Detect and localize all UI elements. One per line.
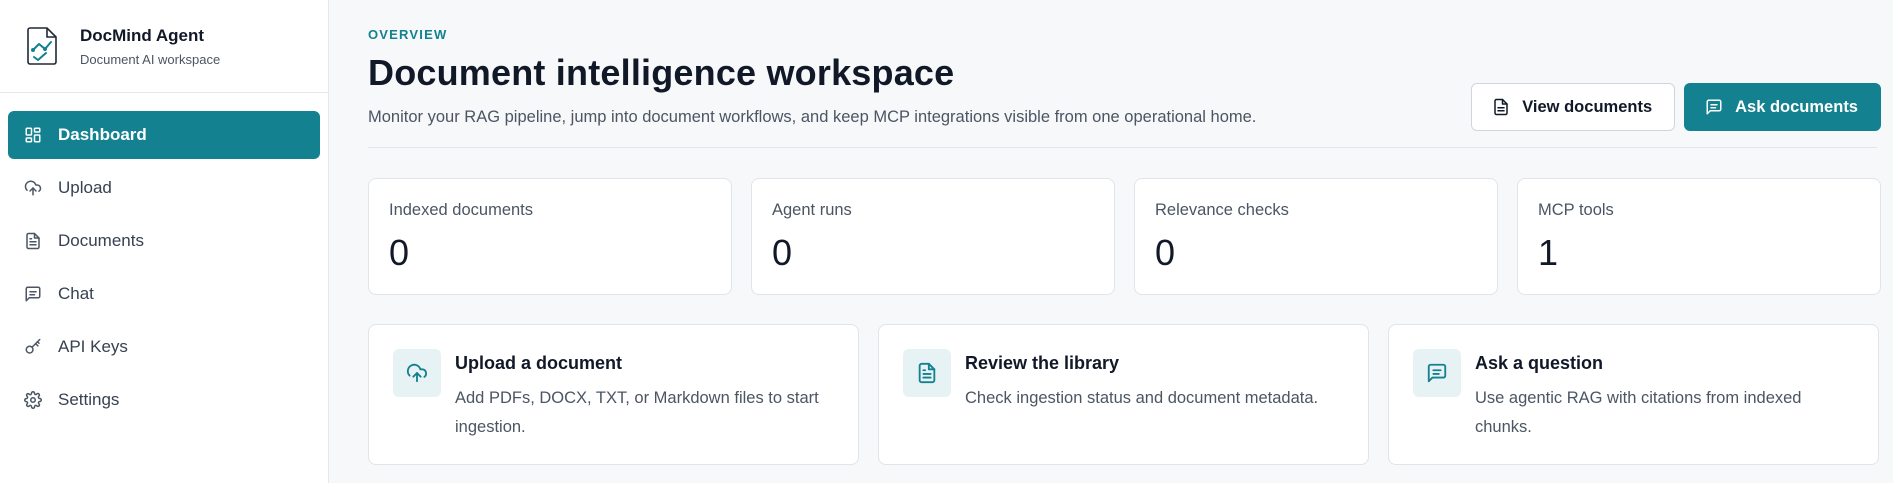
document-chart-icon	[27, 27, 57, 65]
ask-documents-label: Ask documents	[1735, 97, 1858, 116]
sidebar-item-documents[interactable]: Documents	[8, 217, 320, 265]
stats-row: Indexed documents 0 Agent runs 0 Relevan…	[368, 178, 1881, 295]
page-eyebrow: OVERVIEW	[368, 27, 448, 42]
sidebar-item-label: API Keys	[58, 337, 128, 356]
dashboard-icon	[24, 126, 42, 144]
stat-label: Relevance checks	[1155, 201, 1289, 219]
action-description: Use agentic RAG with citations from inde…	[1475, 389, 1802, 436]
stat-label: MCP tools	[1538, 201, 1614, 219]
sidebar-item-label: Upload	[58, 178, 112, 197]
action-title: Review the library	[965, 353, 1120, 373]
stat-value: 0	[772, 232, 793, 273]
header-actions: View documents Ask documents	[1471, 83, 1881, 131]
document-icon	[24, 232, 42, 250]
action-title: Upload a document	[455, 353, 623, 373]
document-icon	[1494, 98, 1508, 116]
sidebar-item-upload[interactable]: Upload	[8, 164, 320, 212]
brand: DocMind Agent Document AI workspace	[0, 0, 328, 93]
sidebar-item-label: Dashboard	[58, 125, 147, 144]
stat-card-relevance-checks: Relevance checks 0	[1134, 178, 1498, 295]
quick-actions: Upload a document Add PDFs, DOCX, TXT, o…	[368, 324, 1881, 465]
view-documents-button[interactable]: View documents	[1471, 83, 1676, 131]
action-description: Check ingestion status and document meta…	[965, 389, 1319, 407]
chat-icon	[24, 285, 42, 303]
chat-icon	[1706, 99, 1722, 115]
upload-cloud-icon	[24, 179, 42, 197]
stat-value: 0	[389, 232, 410, 273]
document-icon	[903, 349, 951, 397]
stat-label: Agent runs	[772, 201, 852, 219]
stat-card-agent-runs: Agent runs 0	[751, 178, 1115, 295]
action-card-upload[interactable]: Upload a document Add PDFs, DOCX, TXT, o…	[368, 324, 859, 465]
upload-cloud-icon	[393, 349, 441, 397]
action-title: Ask a question	[1475, 353, 1604, 373]
brand-subtitle: Document AI workspace	[80, 51, 221, 67]
key-icon	[24, 338, 42, 356]
stat-card-indexed-documents: Indexed documents 0	[368, 178, 732, 295]
sidebar-item-label: Chat	[58, 284, 94, 303]
stat-value: 0	[1155, 232, 1176, 273]
sidebar-item-chat[interactable]: Chat	[8, 270, 320, 318]
gear-icon	[24, 391, 42, 409]
action-card-ask[interactable]: Ask a question Use agentic RAG with cita…	[1388, 324, 1879, 465]
sidebar-item-api-keys[interactable]: API Keys	[8, 323, 320, 371]
view-documents-label: View documents	[1522, 97, 1653, 116]
brand-title: DocMind Agent	[80, 25, 205, 45]
sidebar-item-label: Documents	[58, 231, 144, 250]
action-card-library[interactable]: Review the library Check ingestion statu…	[878, 324, 1369, 465]
sidebar-item-dashboard[interactable]: Dashboard	[8, 111, 320, 159]
main-content: OVERVIEW Document intelligence workspace…	[329, 0, 1893, 483]
sidebar-nav: Dashboard Upload Documents Chat API Keys	[0, 93, 328, 424]
sidebar-item-label: Settings	[58, 390, 120, 409]
sidebar: DocMind Agent Document AI workspace Dash…	[0, 0, 329, 483]
sidebar-item-settings[interactable]: Settings	[8, 376, 320, 424]
header-divider	[368, 147, 1877, 148]
ask-documents-button[interactable]: Ask documents	[1684, 83, 1881, 131]
chat-icon	[1413, 349, 1461, 397]
stat-label: Indexed documents	[389, 201, 534, 219]
stat-value: 1	[1538, 232, 1559, 273]
stat-card-mcp-tools: MCP tools 1	[1517, 178, 1881, 295]
action-description: Add PDFs, DOCX, TXT, or Markdown files t…	[455, 389, 819, 436]
